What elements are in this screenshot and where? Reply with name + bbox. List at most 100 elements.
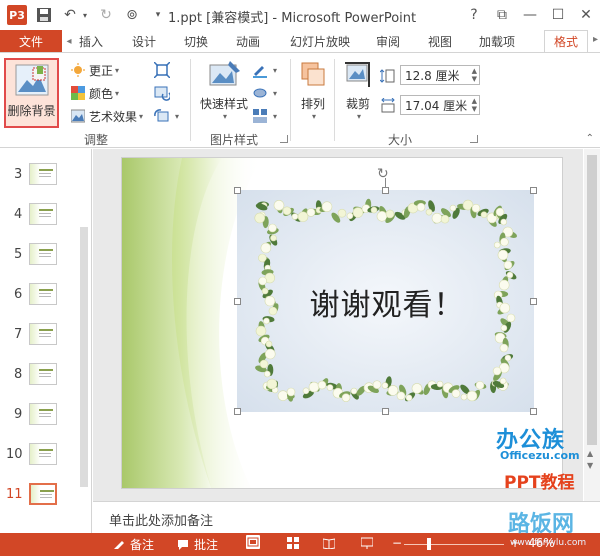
help-icon[interactable]: ? — [460, 0, 488, 30]
minimize-icon[interactable]: — — [516, 0, 544, 30]
tab-scroll-right-icon[interactable]: ▸ — [593, 34, 598, 45]
zoom-out-button[interactable]: − — [392, 536, 402, 550]
picture-layout-icon — [252, 108, 268, 124]
chevron-down-icon: ▾ — [273, 65, 278, 75]
compress-icon — [154, 62, 170, 78]
tab-insert[interactable]: 插入 — [76, 30, 106, 52]
slides-scrollbar[interactable] — [78, 157, 90, 527]
slideshow-button[interactable] — [360, 536, 378, 550]
chevron-down-icon: ▾ — [175, 111, 180, 121]
slide-thumbnail[interactable] — [29, 283, 57, 305]
sun-icon — [70, 62, 86, 78]
editor-scroll-thumb[interactable] — [587, 155, 597, 445]
width-icon — [380, 97, 396, 115]
artistic-effects-button[interactable]: 艺术效果 ▾ — [70, 107, 143, 125]
width-stepper[interactable]: ▲ ▼ — [472, 97, 477, 113]
reading-view-button[interactable] — [322, 536, 340, 550]
qat-customize-icon[interactable]: ▾ — [148, 5, 168, 25]
slide-thumbnail[interactable] — [29, 403, 57, 425]
zoom-slider-thumb[interactable] — [427, 538, 431, 550]
resize-handle[interactable] — [382, 408, 389, 415]
undo-dropdown-icon[interactable]: ▾ — [80, 5, 90, 25]
tab-design[interactable]: 设计 — [124, 30, 164, 52]
crop-button[interactable]: 裁剪 ▾ — [340, 59, 376, 121]
comments-label: 批注 — [194, 538, 219, 552]
height-field[interactable]: 12.8 厘米 ▲ ▼ — [400, 65, 480, 85]
crop-icon — [345, 62, 370, 87]
notes-button[interactable]: 备注 — [112, 536, 154, 553]
tab-review[interactable]: 审阅 — [368, 30, 408, 52]
tab-animations[interactable]: 动画 — [228, 30, 268, 52]
slide-thumbnail[interactable] — [29, 483, 57, 505]
watermark-brand-2: 路饭网 — [508, 512, 575, 537]
notes-label: 备注 — [130, 538, 155, 552]
size-group-label: 大小 — [388, 133, 413, 147]
maximize-icon[interactable]: ☐ — [544, 0, 572, 30]
slide-thanks-text: 谢谢观看！ — [309, 288, 465, 323]
collapse-ribbon-icon[interactable]: ⌃ — [586, 133, 594, 144]
picture-border-button[interactable]: ▾ — [252, 61, 277, 79]
undo-icon[interactable]: ↶ — [60, 5, 80, 25]
slides-scroll-thumb[interactable] — [80, 227, 88, 487]
slide-thumbnail[interactable] — [29, 243, 57, 265]
group-separator — [334, 59, 335, 141]
reset-picture-icon — [154, 108, 170, 124]
height-stepper[interactable]: ▲ ▼ — [472, 67, 477, 83]
tab-view[interactable]: 视图 — [420, 30, 460, 52]
resize-handle[interactable] — [234, 298, 241, 305]
width-value: 17.04 厘米 — [405, 98, 468, 113]
resize-handle[interactable] — [530, 298, 537, 305]
size-launcher-icon[interactable] — [470, 135, 478, 143]
color-button[interactable]: 颜色 ▾ — [70, 84, 119, 102]
height-icon — [380, 67, 396, 85]
tab-format[interactable]: 格式 — [544, 30, 588, 52]
change-picture-button[interactable] — [154, 84, 173, 102]
chevron-down-icon: ▾ — [311, 112, 316, 121]
resize-handle[interactable] — [530, 408, 537, 415]
present-icon[interactable]: ⊚ — [122, 5, 142, 25]
comments-button[interactable]: 批注 — [176, 536, 218, 553]
tab-slideshow[interactable]: 幻灯片放映 — [282, 30, 358, 52]
scroll-down-icon[interactable]: ▼ — [587, 461, 593, 470]
quick-styles-button[interactable]: 快速样式 ▾ — [196, 59, 252, 121]
corrections-button[interactable]: 更正 ▾ — [70, 61, 119, 79]
slide-thumbnail[interactable] — [29, 323, 57, 345]
slide-thumbnail[interactable] — [29, 163, 57, 185]
zoom-slider[interactable] — [404, 544, 504, 545]
ribbon-display-icon[interactable]: ⧉ — [488, 0, 516, 30]
resize-handle[interactable] — [234, 408, 241, 415]
picture-effects-button[interactable]: ▾ — [252, 84, 277, 102]
reset-picture-button[interactable]: ▾ — [154, 107, 179, 125]
editor-scrollbar[interactable]: ▲ ▼ — [584, 149, 600, 501]
slide-thumbnail[interactable] — [29, 203, 57, 225]
normal-view-button[interactable] — [246, 535, 264, 549]
redo-icon[interactable]: ↻ — [96, 5, 116, 25]
rotate-handle-icon[interactable]: ↻ — [377, 166, 389, 182]
slide-thumbnail[interactable] — [29, 363, 57, 385]
slide-number: 6 — [14, 287, 23, 302]
close-icon[interactable]: ✕ — [572, 0, 600, 30]
arrange-button[interactable]: 排列 ▾ — [296, 59, 330, 121]
compress-pictures-button[interactable] — [154, 61, 173, 79]
tab-file[interactable]: 文件 — [0, 30, 62, 52]
scroll-up-icon[interactable]: ▲ — [587, 449, 593, 458]
selected-picture[interactable]: 谢谢观看！ — [237, 190, 534, 412]
tab-addins[interactable]: 加载项 — [472, 30, 522, 52]
resize-handle[interactable] — [234, 187, 241, 194]
resize-handle[interactable] — [530, 187, 537, 194]
resize-handle[interactable] — [382, 187, 389, 194]
picture-layout-button[interactable]: ▾ — [252, 107, 277, 125]
ribbon-tabs: 文件 ◂ 插入 设计 切换 动画 幻灯片放映 审阅 视图 加载项 格式 ▸ — [0, 30, 600, 52]
pen-icon — [252, 62, 268, 78]
slide-thumbnail[interactable] — [29, 443, 57, 465]
tab-scroll-left-icon[interactable]: ◂ — [64, 34, 74, 48]
tab-transitions[interactable]: 切换 — [176, 30, 216, 52]
picture-styles-launcher-icon[interactable] — [280, 135, 288, 143]
remove-background-icon — [15, 64, 48, 96]
app-icon[interactable]: P3 — [6, 4, 28, 26]
remove-background-button[interactable]: 删除背景 — [4, 58, 59, 128]
save-icon[interactable] — [34, 5, 54, 25]
slide-sorter-button[interactable] — [286, 536, 304, 550]
width-field[interactable]: 17.04 厘米 ▲ ▼ — [400, 95, 480, 115]
notes-icon — [112, 538, 126, 552]
